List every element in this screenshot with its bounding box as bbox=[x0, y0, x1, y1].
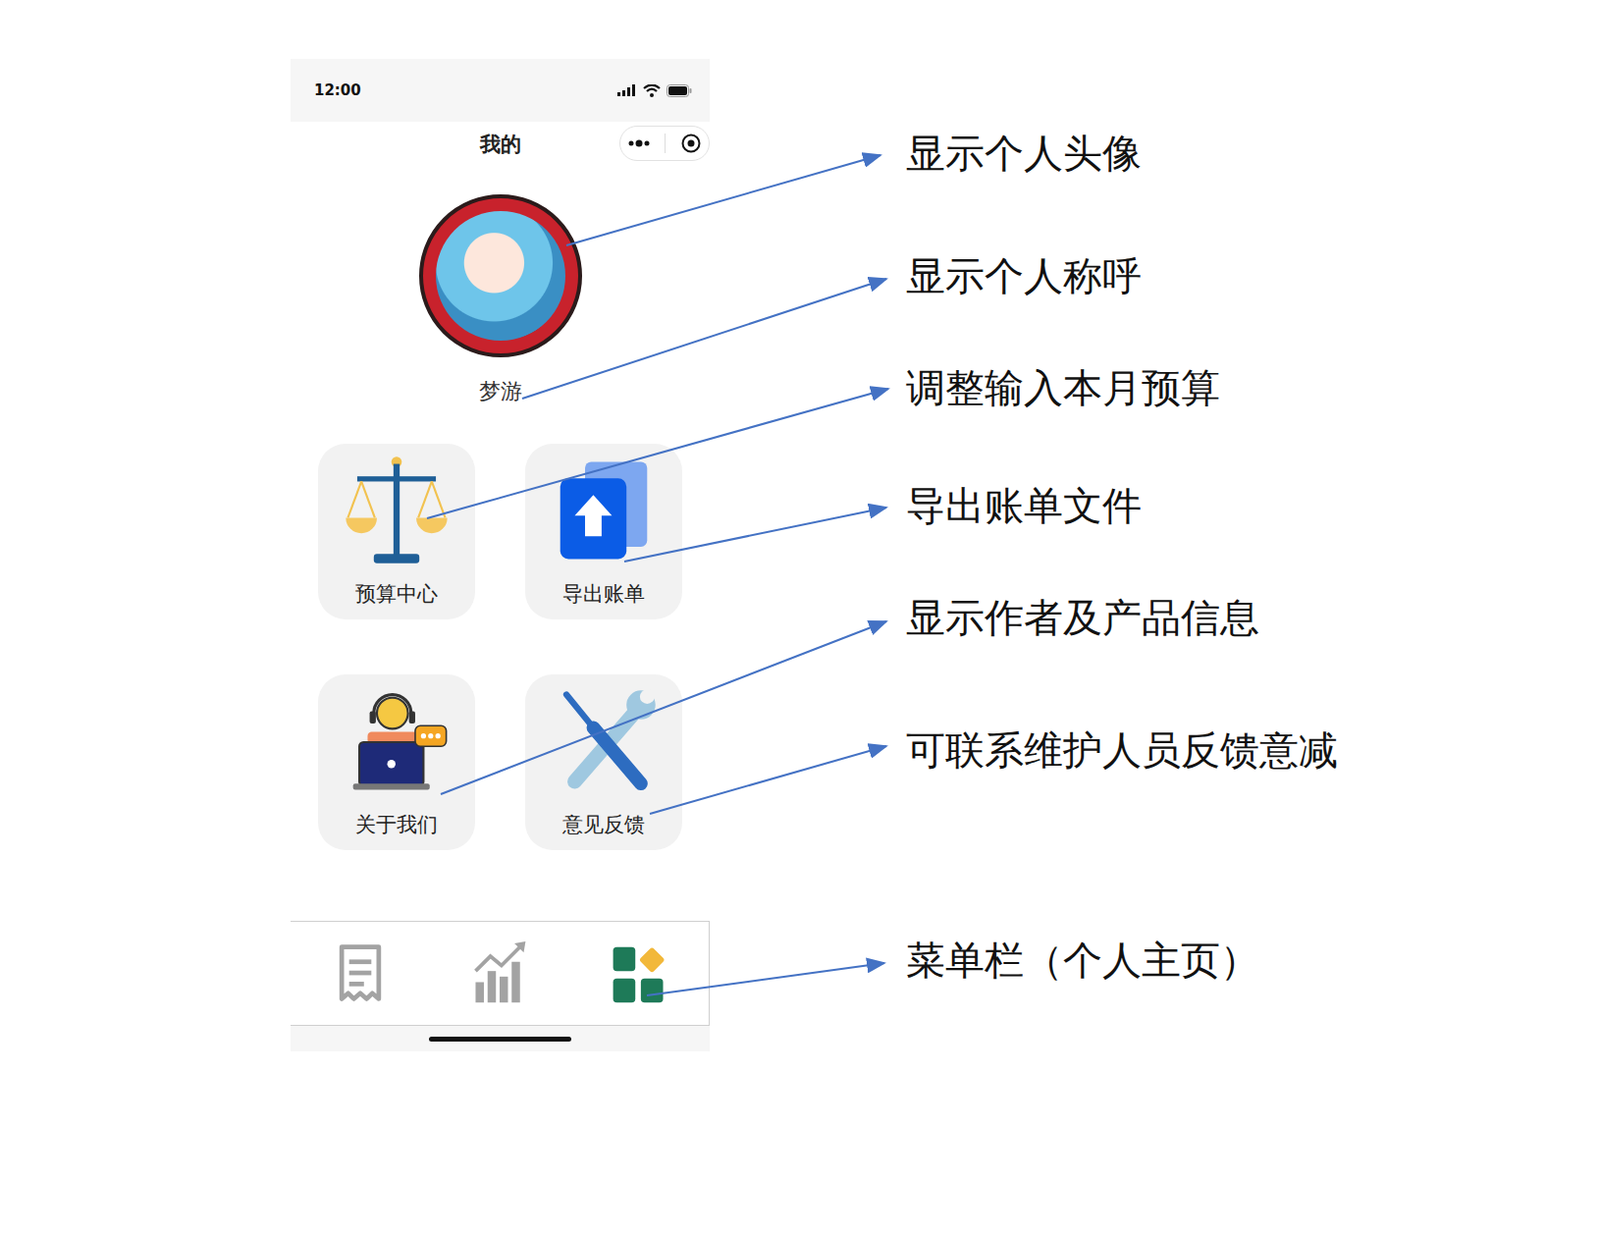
tab-item[interactable] bbox=[290, 941, 430, 1007]
profile: 梦游 bbox=[290, 194, 710, 407]
annotation-label: 显示个人称呼 bbox=[906, 250, 1142, 302]
annotation-arrow bbox=[649, 746, 887, 814]
home-indicator-area bbox=[290, 1025, 710, 1052]
annotation-arrow bbox=[426, 388, 889, 519]
support-agent-icon bbox=[343, 684, 450, 799]
annotation-label: 显示作者及产品信息 bbox=[906, 591, 1260, 643]
avatar-image[interactable] bbox=[419, 194, 583, 358]
nav-bar: 我的 bbox=[290, 121, 710, 167]
annotation-label: 导出账单文件 bbox=[906, 480, 1142, 532]
battery-icon bbox=[666, 84, 693, 98]
annotation-label: 可联系维护人员反馈意减 bbox=[906, 724, 1338, 776]
menu-label: 导出账单 bbox=[562, 580, 645, 608]
close-target-icon[interactable] bbox=[680, 132, 702, 155]
annotation-label: 显示个人头像 bbox=[906, 127, 1142, 179]
balance-scale-icon bbox=[343, 453, 450, 568]
status-bar: 12:00 bbox=[290, 58, 710, 122]
page-title: 我的 bbox=[480, 130, 522, 159]
annotation-arrow bbox=[646, 962, 885, 996]
menu-card[interactable]: 关于我们 bbox=[318, 674, 476, 851]
status-icons bbox=[617, 84, 693, 98]
menu-card[interactable]: 导出账单 bbox=[525, 443, 683, 620]
annotation-arrows bbox=[0, 0, 1600, 1233]
annotation-label: 调整输入本月预算 bbox=[906, 362, 1221, 414]
annotation-arrow bbox=[566, 155, 881, 246]
tab-bar bbox=[290, 920, 710, 1026]
annotation-arrow bbox=[624, 507, 887, 562]
capsule-divider bbox=[664, 133, 666, 154]
mini-program-capsule bbox=[619, 125, 710, 161]
profile-name: 梦游 bbox=[479, 376, 523, 407]
tab-item[interactable] bbox=[569, 941, 709, 1007]
tab-item[interactable] bbox=[429, 941, 570, 1007]
annotation-arrow bbox=[522, 278, 887, 399]
status-time: 12:00 bbox=[314, 81, 362, 100]
chart-icon bbox=[471, 941, 529, 1007]
annotation-arrow bbox=[440, 621, 887, 795]
signal-icon bbox=[617, 84, 638, 97]
menu-card[interactable]: 意见反馈 bbox=[525, 674, 683, 851]
menu-label: 关于我们 bbox=[355, 810, 438, 839]
annotated-page: 12:00 我的梦游预算中心 导出账单关于我们 意见反馈 显示个人头像显示个人称呼调整输… bbox=[0, 0, 1600, 1233]
menu-grid: 预算中心 导出账单关于我们 意见反馈 bbox=[290, 443, 710, 851]
more-icon[interactable] bbox=[627, 139, 651, 148]
phone-screen: 12:00 我的梦游预算中心 导出账单关于我们 意见反馈 bbox=[290, 58, 710, 1052]
menu-card[interactable]: 预算中心 bbox=[318, 443, 476, 620]
receipt-icon bbox=[331, 941, 389, 1007]
avatar-picture bbox=[435, 211, 566, 341]
annotation-label: 菜单栏（个人主页） bbox=[906, 934, 1260, 986]
menu-label: 预算中心 bbox=[355, 580, 438, 608]
wifi-icon bbox=[642, 84, 661, 98]
tools-icon bbox=[550, 684, 657, 799]
menu-label: 意见反馈 bbox=[562, 810, 645, 839]
export-upload-icon bbox=[550, 453, 657, 568]
home-indicator bbox=[428, 1036, 572, 1042]
grid-apps-icon bbox=[610, 941, 668, 1007]
